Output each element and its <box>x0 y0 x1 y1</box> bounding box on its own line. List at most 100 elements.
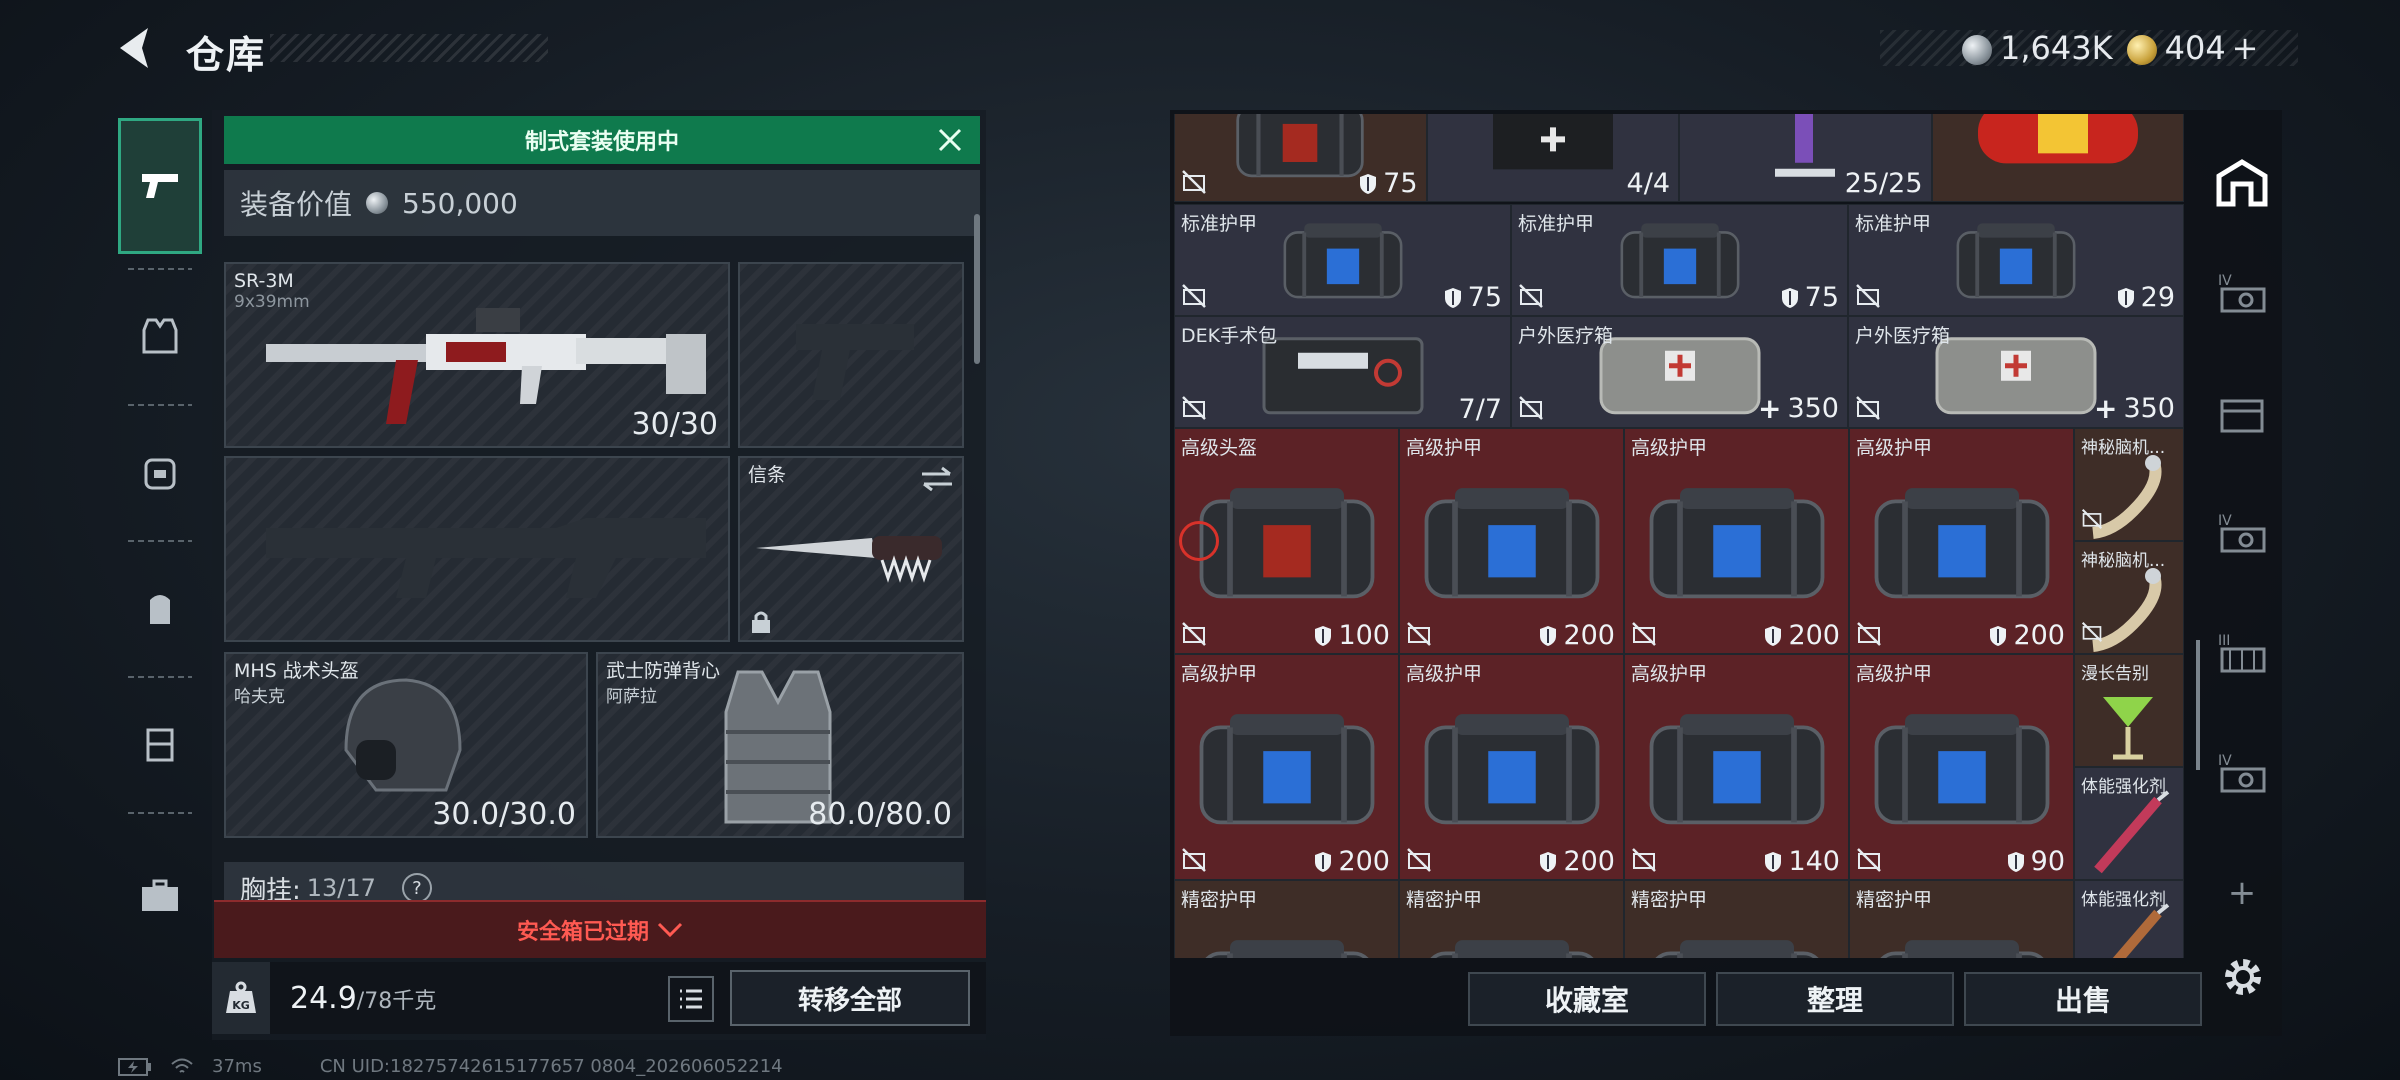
tab-storage-b[interactable] <box>2204 368 2280 458</box>
pistol-slot[interactable] <box>738 262 964 448</box>
item-image <box>1765 114 1845 187</box>
tab-storage-iv-a[interactable]: IV <box>2204 248 2280 338</box>
secondary-weapon-slot[interactable] <box>224 456 730 642</box>
inventory-item[interactable]: 高级护甲 200 <box>1399 428 1624 654</box>
medkit-icon <box>1599 337 1760 415</box>
inventory-item[interactable]: 高级护甲 200 <box>1624 428 1849 654</box>
item-image <box>1192 934 1382 958</box>
no-insurance-icon <box>1181 283 1207 309</box>
tab-backpack[interactable] <box>118 540 202 676</box>
item-value: 29 <box>2117 282 2175 313</box>
inventory-item-small[interactable]: 漫长告别 <box>2074 654 2184 767</box>
inventory-item[interactable]: 户外医疗箱 +350 <box>1848 316 2184 428</box>
transfer-all-button[interactable]: 转移全部 <box>730 970 970 1026</box>
item-image <box>1951 220 2081 308</box>
inventory-item[interactable]: 户外医疗箱 +350 <box>1511 316 1848 428</box>
silver-currency[interactable]: 1,643K <box>1962 29 2113 67</box>
tab-toolbox[interactable] <box>118 828 202 964</box>
tab-storage-iv-d[interactable]: IV <box>2204 728 2280 818</box>
inventory-item[interactable]: 高级护甲 200 <box>1849 428 2074 654</box>
item-value: 140 <box>1764 846 1840 877</box>
item-value: 200 <box>1314 846 1390 877</box>
storage-crate-icon: IV <box>2218 753 2266 793</box>
gold-coin-icon <box>2126 35 2157 65</box>
inventory-item[interactable]: 高级护甲 200 <box>1174 654 1399 880</box>
storage-box-icon <box>2220 399 2264 433</box>
tab-backpack-armor[interactable] <box>118 404 202 540</box>
inventory-item[interactable]: 高级护甲 140 <box>1624 654 1849 880</box>
swap-icon[interactable] <box>920 466 954 492</box>
collection-room-button[interactable]: 收藏室 <box>1468 972 1706 1026</box>
scrollbar[interactable] <box>2196 640 2200 770</box>
inventory-item[interactable]: 4/4 <box>1426 114 1679 202</box>
tab-weapons[interactable] <box>118 118 202 254</box>
armor-bag-icon <box>1283 223 1402 299</box>
inventory-item-small[interactable]: 体能强化剂 <box>2074 767 2184 880</box>
item-value: 200 <box>1989 620 2065 651</box>
melee-slot[interactable]: 信条 <box>738 456 964 642</box>
helmet-slot[interactable]: MHS 战术头盔 哈夫克 30.0/30.0 <box>224 652 588 838</box>
item-value: 200 <box>1539 846 1615 877</box>
inventory-item[interactable]: 标准护甲 75 <box>1511 204 1848 316</box>
chevron-down-icon <box>657 922 683 938</box>
tab-warehouse-home[interactable] <box>2204 138 2280 228</box>
shield-icon <box>1540 851 1557 872</box>
injector-icon <box>1775 114 1836 177</box>
inventory-item[interactable]: 75 <box>1174 114 1427 202</box>
inventory-item[interactable] <box>1931 114 2184 202</box>
inventory-item[interactable]: 精密护甲 <box>1624 880 1849 958</box>
close-icon[interactable] <box>932 122 968 158</box>
list-view-button[interactable] <box>668 976 714 1022</box>
item-name: 精密护甲 <box>1406 889 1483 911</box>
back-button[interactable] <box>112 22 162 74</box>
organize-button[interactable]: 整理 <box>1716 972 1954 1026</box>
safebox-expired-bar[interactable]: 安全箱已过期 <box>214 900 986 958</box>
item-value: 100 <box>1314 620 1390 651</box>
tab-chest-rig[interactable] <box>118 676 202 812</box>
armor-bag-icon <box>1620 223 1739 299</box>
inventory-item[interactable]: 精密护甲 <box>1174 880 1399 958</box>
inventory-item[interactable]: 精密护甲 <box>1849 880 2074 958</box>
inventory-item-small[interactable]: 体能强化剂 <box>2074 880 2184 958</box>
no-insurance-icon <box>1406 847 1432 873</box>
sell-button[interactable]: 出售 <box>1964 972 2202 1026</box>
body-armor-slot[interactable]: 武士防弹背心 阿萨拉 80.0/80.0 <box>596 652 964 838</box>
item-value: 7/7 <box>1458 394 1502 425</box>
help-icon[interactable]: ? <box>401 873 432 903</box>
item-image <box>1192 708 1382 836</box>
inventory-item[interactable]: 标准护甲 29 <box>1848 204 2184 316</box>
first-aid-pouch-icon <box>1492 114 1613 170</box>
tab-storage-iii[interactable]: III <box>2204 608 2280 698</box>
rifle-silhouette-icon <box>266 518 706 598</box>
tab-armor[interactable] <box>118 268 202 404</box>
inventory-item[interactable]: 高级护甲 90 <box>1849 654 2074 880</box>
gold-currency[interactable]: 404 + <box>2126 29 2259 67</box>
inventory-item[interactable]: 高级护甲 200 <box>1399 654 1624 880</box>
settings-gear-icon[interactable] <box>2218 952 2268 1002</box>
tab-storage-iv-c[interactable]: IV <box>2204 488 2280 578</box>
inventory-item-small[interactable]: 神秘脑机... <box>2074 428 2184 541</box>
warehouse-grid[interactable]: 75 4/4 25/25 标准护甲 75 标准护甲 75 标准护甲 29 DEK手术包 7/7 户外医… <box>1174 114 2184 958</box>
add-currency-button[interactable]: + <box>2232 29 2259 67</box>
shield-icon <box>1360 173 1377 194</box>
equipment-value: 装备价值 550,000 <box>224 170 980 236</box>
pistol-icon <box>142 174 178 198</box>
inventory-item[interactable]: 高级头盔 100 <box>1174 428 1399 654</box>
add-tab-button[interactable]: + <box>2204 848 2280 938</box>
inventory-item[interactable]: 25/25 <box>1679 114 1932 202</box>
item-name: 户外医疗箱 <box>1518 325 1614 347</box>
item-name: 高级护甲 <box>1181 663 1258 685</box>
item-image <box>1230 114 1370 187</box>
item-name: 高级护甲 <box>1631 663 1708 685</box>
no-insurance-icon <box>1631 621 1657 647</box>
inventory-item[interactable]: 精密护甲 <box>1399 880 1624 958</box>
inventory-item[interactable]: DEK手术包 7/7 <box>1174 316 1511 428</box>
inventory-item[interactable]: 标准护甲 75 <box>1174 204 1511 316</box>
item-value: 200 <box>1539 620 1615 651</box>
primary-weapon-slot[interactable]: SR-3M 9x39mm 30/30 <box>224 262 730 448</box>
armor-bag-icon <box>1424 488 1599 599</box>
stim-syringe-icon <box>2094 790 2170 874</box>
title-decoration <box>270 34 548 62</box>
inventory-item-small[interactable]: 神秘脑机... <box>2074 541 2184 654</box>
scrollbar[interactable] <box>974 214 980 364</box>
